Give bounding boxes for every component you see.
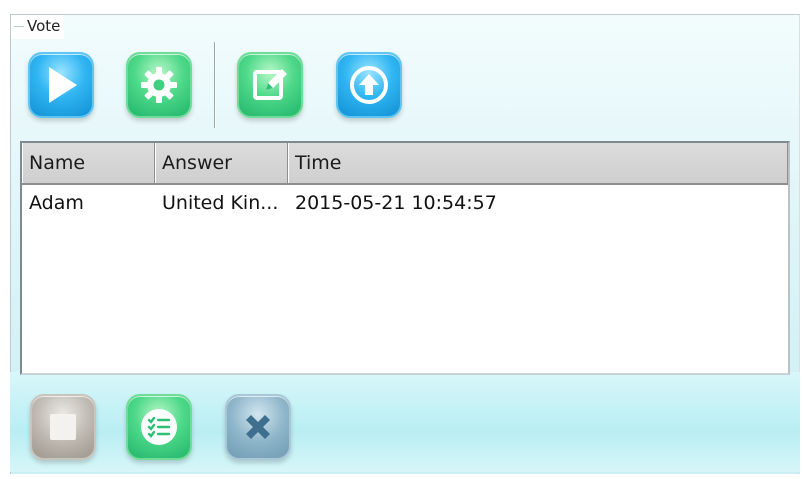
checklist-icon [141, 409, 177, 445]
play-icon [49, 67, 77, 103]
play-button[interactable] [28, 52, 94, 118]
toolbar-separator [214, 42, 216, 128]
edit-button[interactable] [237, 52, 303, 118]
stop-button[interactable] [30, 394, 96, 460]
votes-table[interactable]: Name Answer Time Adam United Kin... 2015… [20, 141, 790, 375]
clear-button[interactable] [225, 394, 291, 460]
arrow-up-icon [350, 66, 388, 104]
cell-time: 2015-05-21 10:54:57 [295, 192, 497, 214]
cell-answer: United Kin... [162, 192, 279, 214]
group-title: Vote [11, 15, 65, 39]
edit-icon [253, 69, 287, 100]
close-icon [246, 415, 270, 439]
column-header-name[interactable]: Name [22, 143, 155, 183]
column-header-time[interactable]: Time [288, 143, 788, 183]
table-header: Name Answer Time [22, 143, 788, 185]
upload-button[interactable] [336, 52, 402, 118]
table-row[interactable]: Adam United Kin... 2015-05-21 10:54:57 [22, 187, 788, 219]
column-header-answer[interactable]: Answer [155, 143, 288, 183]
stop-icon [50, 414, 76, 440]
results-button[interactable] [126, 394, 192, 460]
gear-icon [141, 67, 177, 103]
settings-button[interactable] [126, 52, 192, 118]
cell-name: Adam [29, 192, 84, 214]
